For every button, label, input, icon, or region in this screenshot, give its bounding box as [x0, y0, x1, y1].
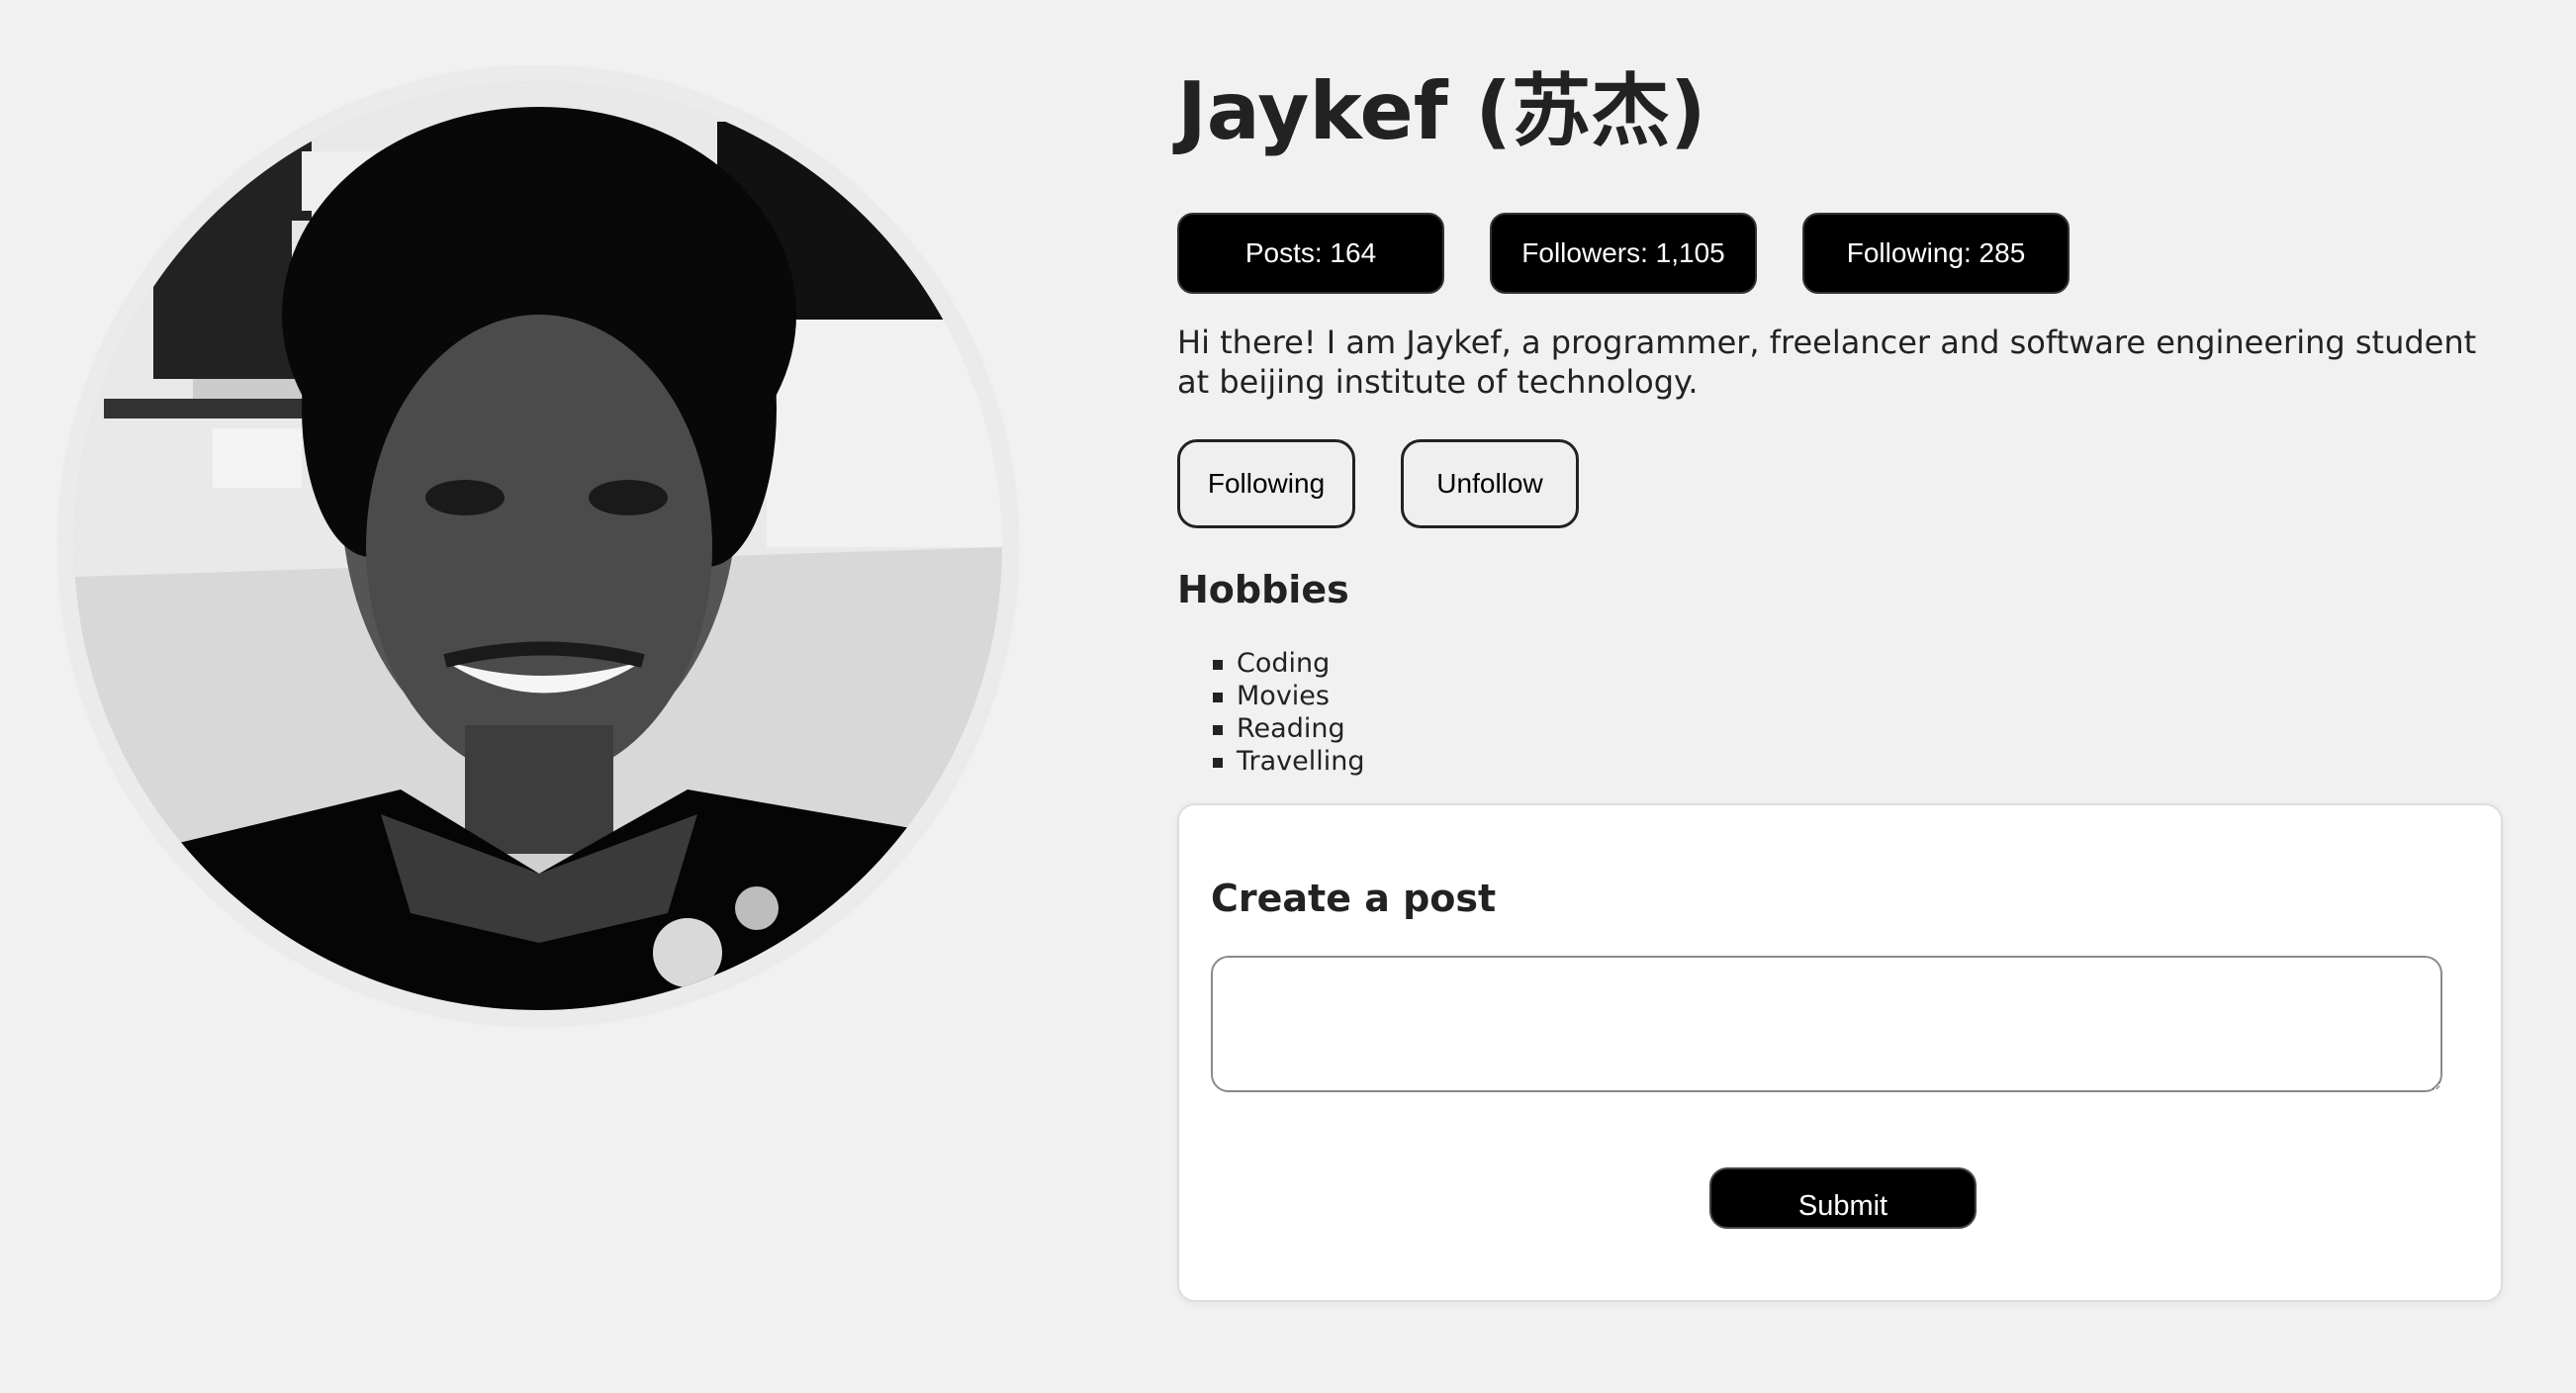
avatar	[74, 82, 1002, 1010]
avatar-frame	[59, 67, 1017, 1025]
following-button[interactable]: Following	[1177, 439, 1355, 528]
unfollow-button[interactable]: Unfollow	[1401, 439, 1579, 528]
profile-bio: Hi there! I am Jaykef, a programmer, fre…	[1177, 324, 2477, 401]
profile-name: Jaykef (苏杰)	[1177, 65, 1706, 157]
hobby-item: Travelling	[1177, 745, 1365, 778]
hobbies-list: Coding Movies Reading Travelling	[1177, 647, 1365, 778]
bullet-icon	[1213, 725, 1223, 735]
hobby-item: Reading	[1177, 712, 1365, 745]
following-count-button[interactable]: Following: 285	[1802, 213, 2070, 294]
follow-actions: Following Unfollow	[1177, 439, 1579, 528]
hobby-item: Movies	[1177, 680, 1365, 712]
submit-button[interactable]: Submit	[1709, 1167, 1977, 1229]
hobby-label: Movies	[1237, 681, 1330, 711]
create-post-heading: Create a post	[1211, 877, 1497, 920]
hobby-label: Reading	[1237, 713, 1345, 744]
bullet-icon	[1213, 660, 1223, 670]
post-textarea[interactable]	[1211, 956, 2442, 1092]
hobby-label: Coding	[1237, 648, 1331, 679]
followers-count-button[interactable]: Followers: 1,105	[1490, 213, 1757, 294]
profile-stats: Posts: 164 Followers: 1,105 Following: 2…	[1177, 213, 2070, 294]
hobby-item: Coding	[1177, 647, 1365, 680]
posts-count-button[interactable]: Posts: 164	[1177, 213, 1444, 294]
profile-photo-icon	[74, 82, 1002, 1010]
bullet-icon	[1213, 693, 1223, 702]
bullet-icon	[1213, 758, 1223, 768]
create-post-card: Create a post Submit	[1177, 803, 2503, 1302]
hobby-label: Travelling	[1237, 746, 1365, 777]
hobbies-heading: Hobbies	[1177, 568, 1349, 611]
